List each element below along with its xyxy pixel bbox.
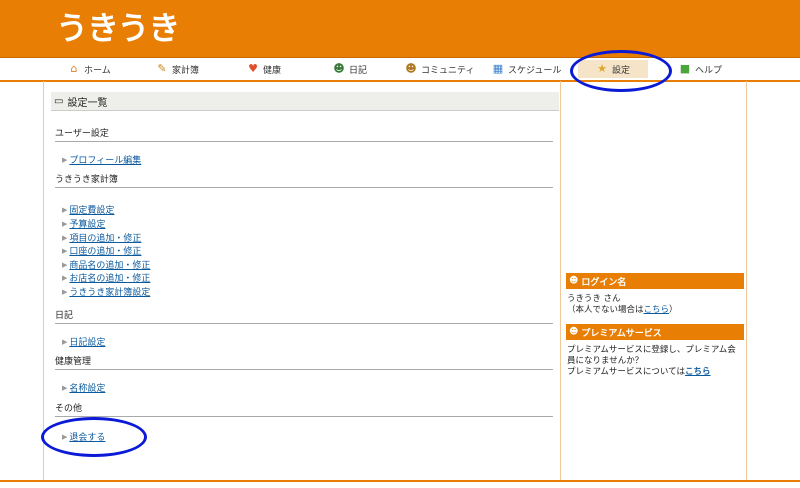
login-name: うきうき さん — [567, 294, 621, 304]
main-nav: ⌂ ホーム ✎ 家計簿 ♥ 健康 ☻ 日記 ☻ コミュニティ ▦ スケジュール … — [0, 58, 800, 82]
list-item[interactable]: ▶ 名称設定 — [62, 381, 105, 395]
login-note-suffix: ） — [669, 305, 678, 315]
premium-text-3: プレミアムサービスについてはこちら — [567, 367, 711, 378]
page-title: ▭ 設定一覧 — [51, 92, 559, 111]
section-health: 健康管理 — [55, 354, 553, 370]
section-diary: 日記 — [55, 308, 553, 324]
list-item[interactable]: ▶ プロフィール編集 — [62, 153, 141, 167]
login-note: （本人でない場合はこちら） — [567, 305, 678, 316]
section-kakeibo: うきうき家計簿 — [55, 172, 553, 188]
premium-info-link[interactable]: こちら — [685, 367, 711, 377]
link-budget[interactable]: 予算設定 — [69, 217, 105, 230]
login-note-prefix: （本人でない場合は — [567, 305, 644, 315]
book-icon: ▭ — [54, 95, 64, 107]
calendar-icon: ▦ — [492, 62, 504, 75]
highlight-circle-withdraw — [41, 417, 147, 457]
link-name-settings[interactable]: 名称設定 — [69, 381, 105, 394]
link-profile-edit[interactable]: プロフィール編集 — [69, 153, 141, 166]
nav-kakeibo[interactable]: ✎ 家計簿 — [156, 60, 199, 78]
premium-text-2: 員になりませんか？ — [567, 356, 644, 366]
premium-text-3-label: プレミアムサービスについては — [567, 367, 685, 377]
page-title-text: 設定一覧 — [67, 97, 108, 109]
nav-help-label: ヘルプ — [695, 65, 723, 76]
nav-community[interactable]: ☻ コミュニティ — [405, 60, 474, 78]
list-item[interactable]: ▶ お店名の追加・修正 — [62, 271, 150, 285]
person-icon: ☻ — [569, 276, 579, 286]
nav-home[interactable]: ⌂ ホーム — [68, 60, 111, 78]
login-change-link[interactable]: こちら — [644, 305, 670, 315]
list-item[interactable]: ▶ うきうき家計簿設定 — [62, 285, 150, 299]
nav-schedule-label: スケジュール — [508, 65, 562, 76]
list-item[interactable]: ▶ 固定費設定 — [62, 203, 114, 217]
nav-kakeibo-label: 家計簿 — [172, 65, 200, 76]
nav-schedule[interactable]: ▦ スケジュール — [492, 60, 562, 78]
person-icon: ☻ — [569, 327, 579, 337]
login-header: ☻ ログイン名 — [566, 273, 744, 289]
section-user: ユーザー設定 — [55, 126, 553, 142]
nav-health-label: 健康 — [263, 65, 282, 76]
highlight-circle-settings — [570, 50, 672, 92]
nav-diary-label: 日記 — [349, 65, 368, 76]
list-item[interactable]: ▶ 商品名の追加・修正 — [62, 258, 150, 272]
link-fixed-cost[interactable]: 固定費設定 — [69, 203, 114, 216]
link-shops[interactable]: お店名の追加・修正 — [69, 271, 150, 284]
link-kakeibo-settings[interactable]: うきうき家計簿設定 — [69, 285, 150, 298]
nav-diary[interactable]: ☻ 日記 — [333, 60, 367, 78]
list-item[interactable]: ▶ 項目の追加・修正 — [62, 231, 141, 245]
nav-health[interactable]: ♥ 健康 — [247, 60, 281, 78]
nav-help[interactable]: ■ ヘルプ — [679, 60, 722, 78]
link-diary-settings[interactable]: 日記設定 — [69, 335, 105, 348]
list-item[interactable]: ▶ 予算設定 — [62, 217, 105, 231]
heart-icon: ♥ — [248, 62, 258, 75]
person-icon: ☻ — [333, 62, 345, 75]
premium-header: ☻ プレミアムサービス — [566, 324, 744, 340]
list-item[interactable]: ▶ 日記設定 — [62, 335, 105, 349]
section-other: その他 — [55, 401, 553, 417]
link-accounts[interactable]: 口座の追加・修正 — [69, 244, 141, 257]
link-items[interactable]: 項目の追加・修正 — [69, 231, 141, 244]
premium-header-label: プレミアムサービス — [581, 328, 662, 339]
site-logo[interactable]: うきうき — [56, 6, 180, 50]
nav-community-label: コミュニティ — [421, 65, 475, 76]
login-header-label: ログイン名 — [581, 277, 627, 288]
help-icon: ■ — [679, 62, 691, 75]
link-products[interactable]: 商品名の追加・修正 — [69, 258, 150, 271]
list-item[interactable]: ▶ 口座の追加・修正 — [62, 244, 141, 258]
pencil-icon: ✎ — [157, 62, 167, 75]
people-icon: ☻ — [405, 62, 417, 75]
site-header: うきうき — [0, 0, 800, 58]
house-icon: ⌂ — [70, 62, 78, 75]
nav-home-label: ホーム — [84, 65, 111, 76]
premium-text-1: プレミアムサービスに登録し、プレミアム会 — [567, 345, 736, 355]
footer-line — [0, 480, 800, 482]
column-divider — [560, 81, 561, 481]
